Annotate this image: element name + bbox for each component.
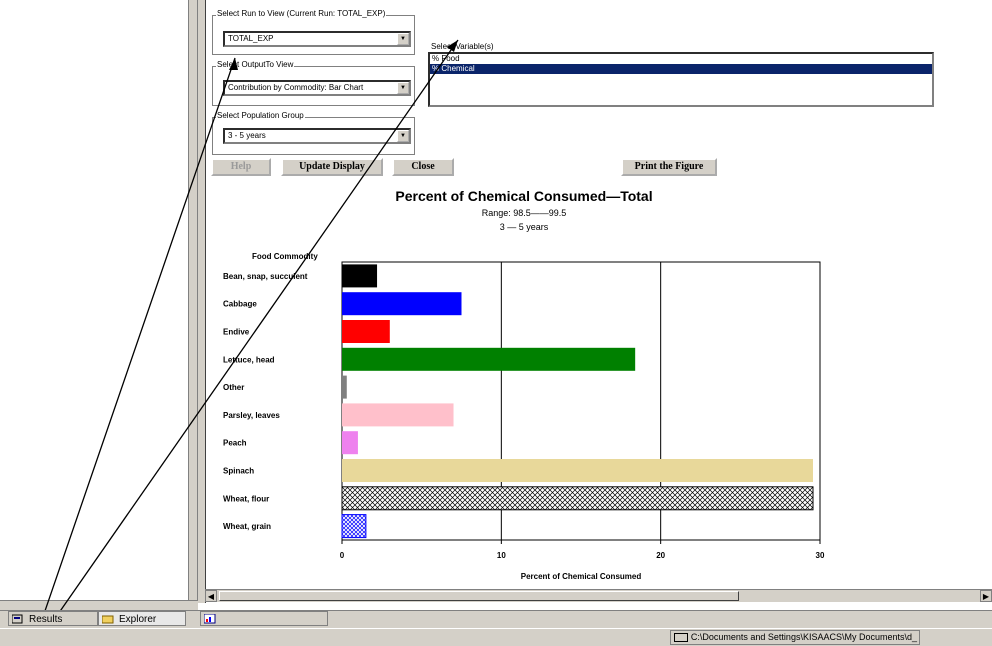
arrow-to-output-select <box>34 57 236 641</box>
status-path: C:\Documents and Settings\KISAACS\My Doc… <box>669 630 920 645</box>
status-path-text: C:\Documents and Settings\KISAACS\My Doc… <box>690 632 917 642</box>
tab-results-label: Results <box>29 614 63 625</box>
graph-window-icon <box>204 614 216 624</box>
annotation-arrows <box>34 39 459 641</box>
scroll-right-icon[interactable]: ▶ <box>980 590 992 602</box>
arrow-to-variable-list <box>39 39 459 641</box>
tab-explorer[interactable]: Explorer <box>98 611 186 626</box>
explorer-icon <box>102 615 114 624</box>
scroll-thumb[interactable] <box>219 591 739 601</box>
arrowhead-variable-icon <box>447 40 458 52</box>
tab-results[interactable]: Results <box>8 611 98 626</box>
tab-graph-window[interactable] <box>200 611 328 626</box>
results-icon <box>12 614 23 624</box>
folder-icon <box>673 633 688 642</box>
scroll-left-icon[interactable]: ◀ <box>205 590 217 602</box>
tab-explorer-label: Explorer <box>119 614 157 625</box>
arrowhead-output-icon <box>229 58 238 70</box>
horizontal-scrollbar[interactable]: ◀ ▶ <box>205 589 992 602</box>
